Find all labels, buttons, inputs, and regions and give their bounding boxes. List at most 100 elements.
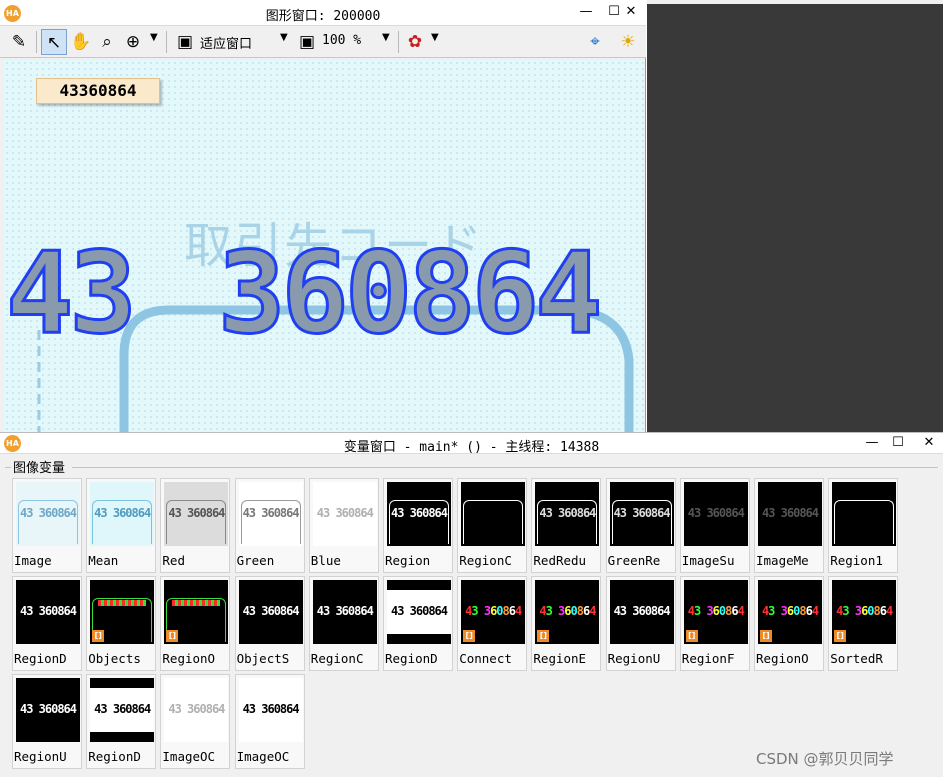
image-variable-tile[interactable]: 43 360864 Blue xyxy=(308,478,379,573)
variable-name-label: RegionO xyxy=(756,651,809,666)
maximize-button[interactable]: ☐ xyxy=(884,433,912,455)
zoom-percent-value[interactable]: 100 % xyxy=(322,33,361,48)
variable-thumbnail: 43 360864 xyxy=(609,580,674,644)
variable-name-label: ImageOC xyxy=(236,749,290,764)
variable-thumbnail: 43 360864 xyxy=(387,482,451,546)
variable-thumbnail: 43 360864 xyxy=(312,482,377,546)
color-pick-icon[interactable]: ✿ xyxy=(402,29,428,55)
crosshair-icon[interactable]: ⌖ xyxy=(582,29,608,55)
close-button[interactable]: ✕ xyxy=(915,433,943,455)
image-variable-tile[interactable]: 43 360864 Red xyxy=(160,478,231,573)
variable-thumbnail: 43 360864 [] xyxy=(535,580,600,644)
image-variable-tile[interactable]: 43 360864 Green xyxy=(234,478,305,573)
image-variable-tile[interactable]: [] Objects xyxy=(86,576,157,671)
toolbar-separator xyxy=(36,31,37,53)
image-variable-tile[interactable]: 43 360864 Region xyxy=(383,478,453,573)
variable-thumbnail: 43 360864 xyxy=(535,482,600,546)
close-button[interactable]: ✕ xyxy=(616,0,646,26)
variable-thumbnail: 43 360864 xyxy=(16,482,80,546)
thumbnail-text: 43 360864 xyxy=(19,604,77,618)
image-variable-tile[interactable]: 43 360864 RegionD xyxy=(12,576,82,671)
thumbnail-text: 43 360864 xyxy=(94,702,151,716)
group-border xyxy=(5,467,11,468)
variable-name-label: RegionD xyxy=(14,651,67,666)
variable-name-label: Region xyxy=(385,553,431,568)
variable-thumbnail xyxy=(832,482,897,546)
zoom-dropdown-arrow-icon[interactable]: ▼ xyxy=(150,32,158,43)
variable-name-label: Blue xyxy=(310,553,341,568)
image-variable-tile[interactable]: 43 360864 ImageOC xyxy=(234,674,305,769)
image-variable-tile[interactable]: 43 360864 GreenRe xyxy=(605,478,676,573)
image-variable-tile[interactable]: 43 360864 [] SortedR xyxy=(828,576,899,671)
variable-thumbnail: 43 360864 xyxy=(16,580,80,644)
variable-name-label: ObjectS xyxy=(236,651,290,666)
zoom-percent-icon[interactable]: ▣ xyxy=(294,29,320,55)
group-border xyxy=(72,467,938,468)
image-variable-tile[interactable]: 43 360864 [] RegionF xyxy=(679,576,750,671)
image-variable-tile[interactable]: 43 360864 RegionD xyxy=(86,674,157,769)
image-variable-tile[interactable]: [] RegionO xyxy=(160,576,231,671)
color-dropdown-arrow-icon[interactable]: ▼ xyxy=(431,32,439,43)
image-variable-tile[interactable]: 43 360864 Image xyxy=(12,478,82,573)
variable-window-titlebar[interactable]: HA 变量窗口 - main* () - 主线程: 14388 — ☐ ✕ xyxy=(0,432,943,455)
empty-workspace xyxy=(647,0,943,432)
variable-name-label: Mean xyxy=(88,553,119,568)
image-variable-tile[interactable]: 43 360864 RegionC xyxy=(308,576,379,671)
lightbulb-icon[interactable]: ☀ xyxy=(615,29,641,55)
variable-thumbnail: 43 360864 xyxy=(90,678,155,742)
thumbnail-text: 43 360864 xyxy=(539,604,596,618)
image-variable-tile[interactable]: 43 360864 RegionU xyxy=(605,576,676,671)
image-variable-tile[interactable]: 43 360864 RegionU xyxy=(12,674,82,769)
fit-window-label[interactable]: 适应窗口 xyxy=(200,33,252,52)
variable-name-label: Region1 xyxy=(830,553,883,568)
variable-thumbnail: 43 360864 [] xyxy=(832,580,897,644)
image-variable-tile[interactable]: 43 360864 ObjectS xyxy=(234,576,305,671)
variable-name-label: RegionF xyxy=(681,651,735,666)
object-tuple-icon: [] xyxy=(92,630,105,642)
image-variable-tile[interactable]: 43 360864 [] Connect xyxy=(457,576,528,671)
ocr-result-box: 43360864 xyxy=(36,78,160,104)
variable-name-label: RegionU xyxy=(607,651,661,666)
variable-name-label: RegionE xyxy=(533,651,587,666)
thumbnail-text: 43 360864 xyxy=(687,506,745,520)
image-variable-tile[interactable]: 43 360864 ImageOC xyxy=(160,674,231,769)
thumbnail-text: 43 360864 xyxy=(242,604,300,618)
variable-name-label: RegionU xyxy=(14,749,67,764)
variable-thumbnail: 43 360864 [] xyxy=(461,580,526,644)
image-variable-tile[interactable]: 43 360864 RedRedu xyxy=(531,478,602,573)
hand-pan-icon[interactable]: ✋ xyxy=(68,29,94,55)
variable-thumbnail xyxy=(461,482,526,546)
minimize-button[interactable]: — xyxy=(858,433,886,455)
toolbar-separator xyxy=(166,31,167,53)
csdn-watermark: CSDN @郭贝贝同学 xyxy=(756,750,894,768)
variable-thumbnail: 43 360864 xyxy=(758,482,822,546)
image-variable-tile[interactable]: 43 360864 [] RegionO xyxy=(754,576,824,671)
fit-window-icon[interactable]: ▣ xyxy=(172,29,198,55)
image-variable-tile[interactable]: RegionC xyxy=(457,478,528,573)
fit-dropdown-arrow-icon[interactable]: ▼ xyxy=(280,32,288,43)
graphics-window-titlebar[interactable]: HA 图形窗口: 200000 — ☐ ✕ xyxy=(0,0,646,26)
edit-icon[interactable]: ✎ xyxy=(6,29,32,55)
zoom-percent-dropdown-arrow-icon[interactable]: ▼ xyxy=(382,32,390,43)
variable-thumbnail: 43 360864 xyxy=(238,482,303,546)
image-variable-tile[interactable]: Region1 xyxy=(828,478,899,573)
variable-thumbnail: 43 360864 [] xyxy=(683,580,748,644)
image-variable-tile[interactable]: 43 360864 RegionD xyxy=(383,576,453,671)
variable-thumbnail: 43 360864 xyxy=(164,678,229,742)
image-variable-tile[interactable]: 43 360864 ImageMe xyxy=(754,478,824,573)
object-tuple-icon: [] xyxy=(463,630,476,642)
magnifier-icon[interactable]: ⌕ xyxy=(94,29,120,55)
thumbnail-text: 43 360864 xyxy=(390,506,448,520)
zoom-in-icon[interactable]: ⊕ xyxy=(120,29,146,55)
pointer-icon[interactable]: ↖ xyxy=(41,29,67,55)
image-variable-tile[interactable]: 43 360864 Mean xyxy=(86,478,157,573)
image-variable-tile[interactable]: 43 360864 [] RegionE xyxy=(531,576,602,671)
variable-thumbnail: 43 360864 xyxy=(238,678,303,742)
graphics-toolbar: ✎ ↖ ✋ ⌕ ⊕ ▼ ▣ 适应窗口 ▼ ▣ 100 % ▼ ✿ ▼ ⌖ ☀ xyxy=(0,26,646,58)
image-canvas[interactable]: 取引先コード 43 360864 43360864 xyxy=(4,60,644,432)
thumbnail-text: 43 360864 xyxy=(465,604,522,618)
variable-name-label: RegionC xyxy=(310,651,364,666)
variable-name-label: RedRedu xyxy=(533,553,587,568)
image-variable-tile[interactable]: 43 360864 ImageSu xyxy=(679,478,750,573)
thumbnail-text: 43 360864 xyxy=(168,506,225,520)
